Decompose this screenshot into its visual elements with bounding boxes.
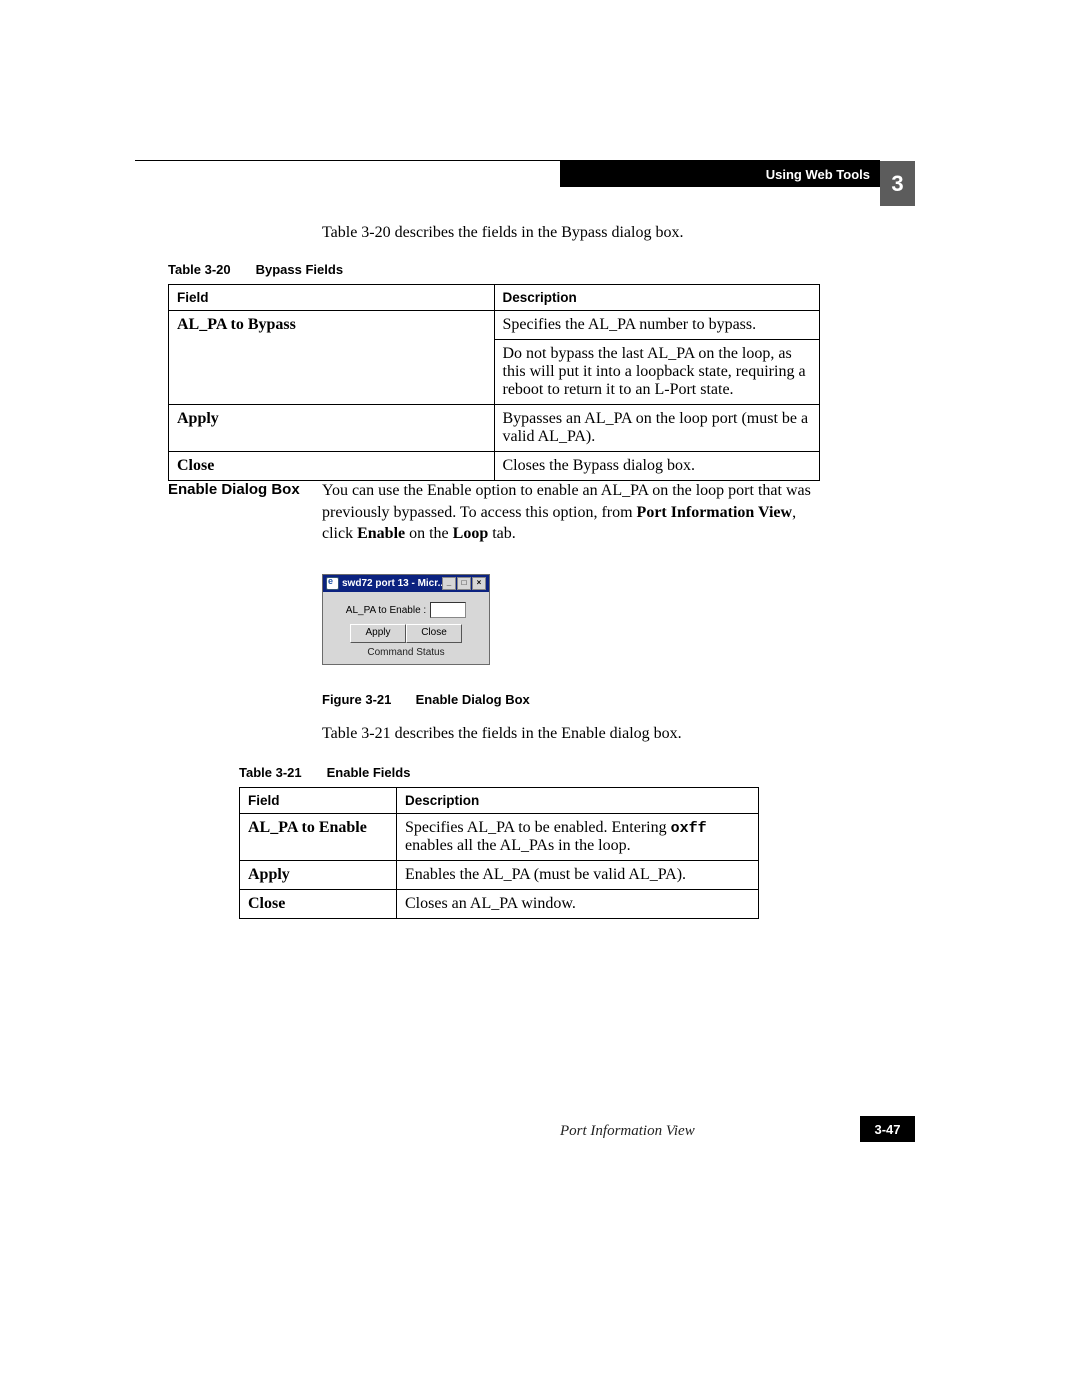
col-field: Field xyxy=(169,285,495,311)
figure-number: Figure 3-21 xyxy=(322,692,412,707)
table-row: Close Closes an AL_PA window. xyxy=(240,890,759,919)
bold-text: Enable xyxy=(357,525,405,542)
text: enables all the AL_PAs in the loop. xyxy=(405,837,631,854)
cell-desc: Closes the Bypass dialog box. xyxy=(494,452,820,481)
cell-field: AL_PA to Bypass xyxy=(169,311,495,405)
table-3-21-caption: Table 3-21 Enable Fields xyxy=(239,765,410,780)
header-section-text: Using Web Tools xyxy=(766,167,870,182)
command-status-text: Command Status xyxy=(329,647,483,658)
alpa-enable-input xyxy=(430,602,466,618)
enable-dialog-screenshot: swd72 port 13 - Micr... _ □ × AL_PA to E… xyxy=(322,574,490,665)
intro-paragraph-1: Table 3-20 describes the fields in the B… xyxy=(322,222,683,244)
cell-field: AL_PA to Enable xyxy=(240,814,397,861)
enable-section-label: Enable Dialog Box xyxy=(168,481,300,498)
col-description: Description xyxy=(397,788,759,814)
chapter-number: 3 xyxy=(891,171,903,197)
table-3-21-title: Enable Fields xyxy=(327,765,411,780)
enable-section-paragraph: You can use the Enable option to enable … xyxy=(322,480,817,545)
table-3-20-header-row: Field Description xyxy=(169,285,820,311)
figure-title: Enable Dialog Box xyxy=(416,692,530,707)
table-3-21-header-row: Field Description xyxy=(240,788,759,814)
text: Specifies AL_PA to be enabled. Entering xyxy=(405,819,671,836)
figure-3-21-caption: Figure 3-21 Enable Dialog Box xyxy=(322,692,530,707)
bold-text: Loop xyxy=(453,525,489,542)
table-3-20-caption: Table 3-20 Bypass Fields xyxy=(168,262,343,277)
intro-paragraph-2: Table 3-21 describes the fields in the E… xyxy=(322,725,682,743)
close-button: Close xyxy=(406,624,462,643)
table-3-21: Field Description AL_PA to Enable Specif… xyxy=(239,787,759,919)
dialog-title-text: swd72 port 13 - Micr... xyxy=(342,578,442,589)
cell-desc: Specifies the AL_PA number to bypass. xyxy=(494,311,820,340)
ie-icon xyxy=(326,577,339,590)
cell-field: Apply xyxy=(240,861,397,890)
dialog-titlebar: swd72 port 13 - Micr... _ □ × xyxy=(323,575,489,592)
apply-button: Apply xyxy=(350,624,406,643)
cell-desc: Specifies AL_PA to be enabled. Entering … xyxy=(397,814,759,861)
table-3-20-number: Table 3-20 xyxy=(168,262,252,277)
table-3-20: Field Description AL_PA to Bypass Specif… xyxy=(168,284,820,481)
footer-section-title: Port Information View xyxy=(560,1123,695,1140)
close-icon: × xyxy=(472,577,486,590)
cell-field: Close xyxy=(240,890,397,919)
footer-page-number: 3-47 xyxy=(860,1116,915,1142)
alpa-enable-label: AL_PA to Enable : xyxy=(346,605,426,616)
table-row: AL_PA to Bypass Specifies the AL_PA numb… xyxy=(169,311,820,340)
header-section-bar: Using Web Tools xyxy=(560,161,880,187)
table-row: Apply Bypasses an AL_PA on the loop port… xyxy=(169,405,820,452)
maximize-icon: □ xyxy=(457,577,471,590)
cell-desc: Bypasses an AL_PA on the loop port (must… xyxy=(494,405,820,452)
page-number-text: 3-47 xyxy=(874,1122,900,1137)
col-description: Description xyxy=(494,285,820,311)
cell-field: Apply xyxy=(169,405,495,452)
cell-desc: Do not bypass the last AL_PA on the loop… xyxy=(494,340,820,405)
code-text: oxff xyxy=(671,820,707,837)
text: on the xyxy=(405,525,453,542)
col-field: Field xyxy=(240,788,397,814)
cell-field: Close xyxy=(169,452,495,481)
minimize-icon: _ xyxy=(442,577,456,590)
table-row: Apply Enables the AL_PA (must be valid A… xyxy=(240,861,759,890)
table-row: AL_PA to Enable Specifies AL_PA to be en… xyxy=(240,814,759,861)
cell-desc: Closes an AL_PA window. xyxy=(397,890,759,919)
table-3-20-title: Bypass Fields xyxy=(256,262,343,277)
cell-desc: Enables the AL_PA (must be valid AL_PA). xyxy=(397,861,759,890)
table-row: Close Closes the Bypass dialog box. xyxy=(169,452,820,481)
bold-text: Port Information View xyxy=(637,504,793,521)
text: tab. xyxy=(488,525,516,542)
table-3-21-number: Table 3-21 xyxy=(239,765,323,780)
chapter-tab: 3 xyxy=(880,161,915,206)
